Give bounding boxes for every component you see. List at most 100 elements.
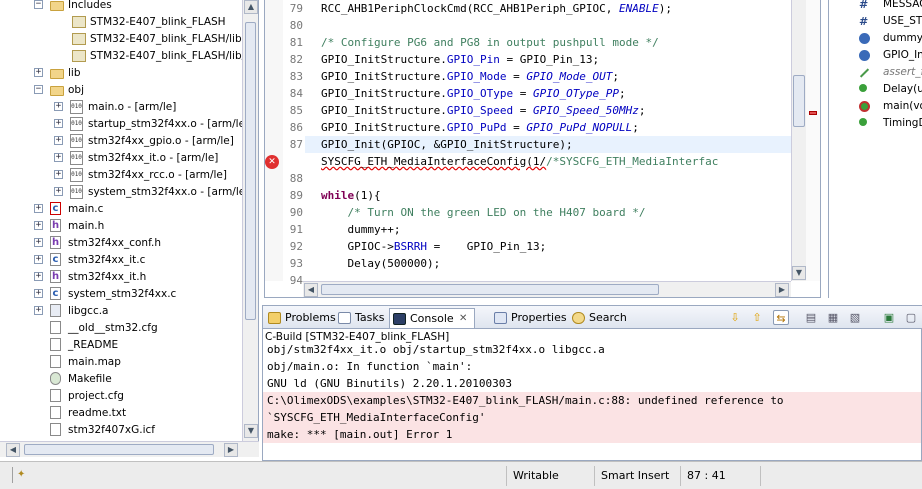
close-icon[interactable]: ✕ — [459, 309, 467, 329]
explorer-hscroll-thumb[interactable] — [24, 444, 214, 455]
expand-icon[interactable]: + — [54, 119, 63, 128]
error-marker-icon[interactable]: ✕ — [265, 155, 279, 169]
error-overview-marker[interactable] — [809, 111, 817, 115]
explorer-scroll-thumb[interactable] — [245, 22, 256, 320]
tab-properties[interactable]: Properties — [491, 308, 567, 328]
display-console-icon[interactable]: ▦ — [825, 310, 841, 325]
tree-item[interactable]: STM32-E407_blink_FLASH/lib/in — [0, 48, 255, 65]
explorer-horizontal-scrollbar[interactable]: ◀ ▶ — [0, 441, 259, 457]
tree-item[interactable]: Makefile — [0, 371, 242, 388]
expand-icon[interactable]: + — [54, 102, 63, 111]
tree-item[interactable]: + lib — [0, 65, 242, 82]
tree-item[interactable]: +010 system_stm32f4xx.o - [arm/le] — [0, 184, 249, 201]
expand-icon[interactable]: + — [34, 289, 43, 298]
tree-item[interactable]: − Includes — [0, 0, 242, 14]
editor-scroll-thumb[interactable] — [793, 75, 805, 127]
code-line[interactable]: GPIO_InitStructure.GPIO_Pin = GPIO_Pin_1… — [321, 51, 599, 68]
tree-item[interactable]: +010 main.o - [arm/le] — [0, 99, 242, 116]
code-line[interactable]: SYSCFG_ETH_MediaInterfaceConfig(1//*SYSC… — [321, 153, 718, 170]
tree-item[interactable]: + h stm32f4xx_conf.h — [0, 235, 242, 252]
expand-icon[interactable]: + — [54, 136, 63, 145]
expand-icon[interactable]: + — [34, 255, 43, 264]
explorer-vertical-scrollbar[interactable]: ▲ ▼ — [242, 0, 258, 441]
code-line[interactable]: GPIO_InitStructure.GPIO_Mode = GPIO_Mode… — [321, 68, 619, 85]
tab-tasks[interactable]: Tasks — [335, 308, 384, 328]
copy-console-icon[interactable]: ▤ — [803, 310, 819, 325]
expand-icon[interactable]: + — [34, 272, 43, 281]
scroll-lock-icon[interactable]: ⇆ — [773, 310, 789, 325]
code-line[interactable]: /* Configure PG6 and PG8 in output pushp… — [321, 34, 659, 51]
tree-item[interactable]: + h main.h — [0, 218, 242, 235]
fast-view-icon[interactable]: ✦ — [12, 467, 36, 483]
tree-item[interactable]: + c stm32f4xx_it.c — [0, 252, 242, 269]
outline-item[interactable]: GPIO_In — [883, 47, 922, 64]
tree-item[interactable]: − obj — [0, 82, 242, 99]
pin-console-icon[interactable]: ▣ — [881, 310, 897, 325]
tree-item[interactable]: + libgcc.a — [0, 303, 242, 320]
expand-icon[interactable]: + — [54, 187, 63, 196]
tree-item[interactable]: __old__stm32.cfg — [0, 320, 242, 337]
tree-item[interactable]: stm32f407xG.icf — [0, 422, 242, 439]
editor-horizontal-scrollbar[interactable]: ◀ ▶ — [303, 281, 791, 297]
expand-icon[interactable]: + — [34, 221, 43, 230]
outline-item[interactable]: Delay(ui — [883, 81, 922, 98]
code-editor[interactable]: 79 RCC_AHB1PeriphClockCmd(RCC_AHB1Periph_… — [264, 0, 821, 298]
expand-icon[interactable]: + — [34, 238, 43, 247]
tree-item[interactable]: STM32-E407_blink_FLASH — [0, 14, 242, 31]
tab-search[interactable]: Search — [569, 308, 627, 328]
outline-item[interactable]: TimingDe — [883, 115, 922, 132]
code-line[interactable]: while(1){ — [321, 187, 381, 204]
tree-item[interactable]: + c main.c — [0, 201, 242, 218]
tree-item[interactable]: STM32-E407_blink_FLASH/lib — [0, 31, 242, 48]
tree-item[interactable]: project.cfg — [0, 388, 242, 405]
code-token: /* Configure PG6 and PG8 in output pushp… — [321, 36, 659, 49]
outline-item[interactable]: main(voi — [883, 98, 922, 115]
expand-icon[interactable]: + — [34, 204, 43, 213]
outline-item[interactable]: MESSAG — [883, 0, 922, 13]
code-line[interactable]: GPIOC->BSRRH = GPIO_Pin_13; — [321, 238, 546, 255]
collapse-icon[interactable]: − — [34, 85, 43, 94]
scroll-up-icon[interactable]: ▲ — [244, 0, 258, 14]
tree-item[interactable]: readme.txt — [0, 405, 242, 422]
code-line[interactable]: GPIO_InitStructure.GPIO_PuPd = GPIO_PuPd… — [321, 119, 639, 136]
scroll-right-icon[interactable]: ▶ — [224, 443, 238, 457]
open-console-icon[interactable]: ▢ — [903, 310, 919, 325]
code-line[interactable]: GPIO_Init(GPIOC, &GPIO_InitStructure); — [321, 136, 573, 153]
editor-vertical-scrollbar[interactable]: ▼ — [791, 0, 806, 281]
tree-item[interactable]: + c system_stm32f4xx.c — [0, 286, 242, 303]
collapse-icon[interactable]: − — [34, 0, 43, 9]
next-error-icon[interactable]: ⇩ — [727, 310, 743, 325]
expand-icon[interactable]: + — [34, 306, 43, 315]
tree-item[interactable]: _README — [0, 337, 242, 354]
tree-item[interactable]: + h stm32f4xx_it.h — [0, 269, 242, 286]
expand-icon[interactable]: + — [54, 170, 63, 179]
clear-console-icon[interactable]: ▧ — [847, 310, 863, 325]
outline-item[interactable]: USE_STD — [883, 13, 922, 30]
console-output[interactable]: obj/stm32f4xx_it.o obj/startup_stm32f4xx… — [263, 344, 921, 460]
tab-problems[interactable]: Problems — [265, 308, 336, 328]
scroll-left-icon[interactable]: ◀ — [304, 283, 318, 297]
outline-item[interactable]: dummy : — [883, 30, 922, 47]
outline-item[interactable]: assert_f — [883, 64, 922, 81]
scroll-down-icon[interactable]: ▼ — [244, 424, 258, 438]
editor-hscroll-thumb[interactable] — [321, 284, 659, 295]
previous-error-icon[interactable]: ⇧ — [749, 310, 765, 325]
code-line[interactable]: RCC_AHB1PeriphClockCmd(RCC_AHB1Periph_GP… — [321, 0, 672, 17]
tree-item[interactable]: +010 stm32f4xx_gpio.o - [arm/le] — [0, 133, 242, 150]
tree-item[interactable]: +010 startup_stm32f4xx.o - [arm/le] — [0, 116, 249, 133]
code-line[interactable]: dummy++; — [321, 221, 400, 238]
expand-icon[interactable]: + — [54, 153, 63, 162]
scroll-right-icon[interactable]: ▶ — [775, 283, 789, 297]
tree-item[interactable]: +010 stm32f4xx_it.o - [arm/le] — [0, 150, 242, 167]
expand-icon[interactable]: + — [34, 68, 43, 77]
code-line[interactable]: Delay(500000); — [321, 255, 440, 272]
code-line[interactable]: GPIO_InitStructure.GPIO_Speed = GPIO_Spe… — [321, 102, 646, 119]
tree-item[interactable]: main.map — [0, 354, 242, 371]
code-line[interactable]: /* Turn ON the green LED on the H407 boa… — [321, 204, 646, 221]
tree-item-label: stm32f4xx_it.h — [68, 271, 147, 283]
scroll-down-icon[interactable]: ▼ — [792, 266, 806, 280]
scroll-left-icon[interactable]: ◀ — [6, 443, 20, 457]
tab-console[interactable]: Console ✕ — [389, 308, 475, 328]
code-line[interactable]: GPIO_InitStructure.GPIO_OType = GPIO_OTy… — [321, 85, 626, 102]
tree-item[interactable]: +010 stm32f4xx_rcc.o - [arm/le] — [0, 167, 242, 184]
